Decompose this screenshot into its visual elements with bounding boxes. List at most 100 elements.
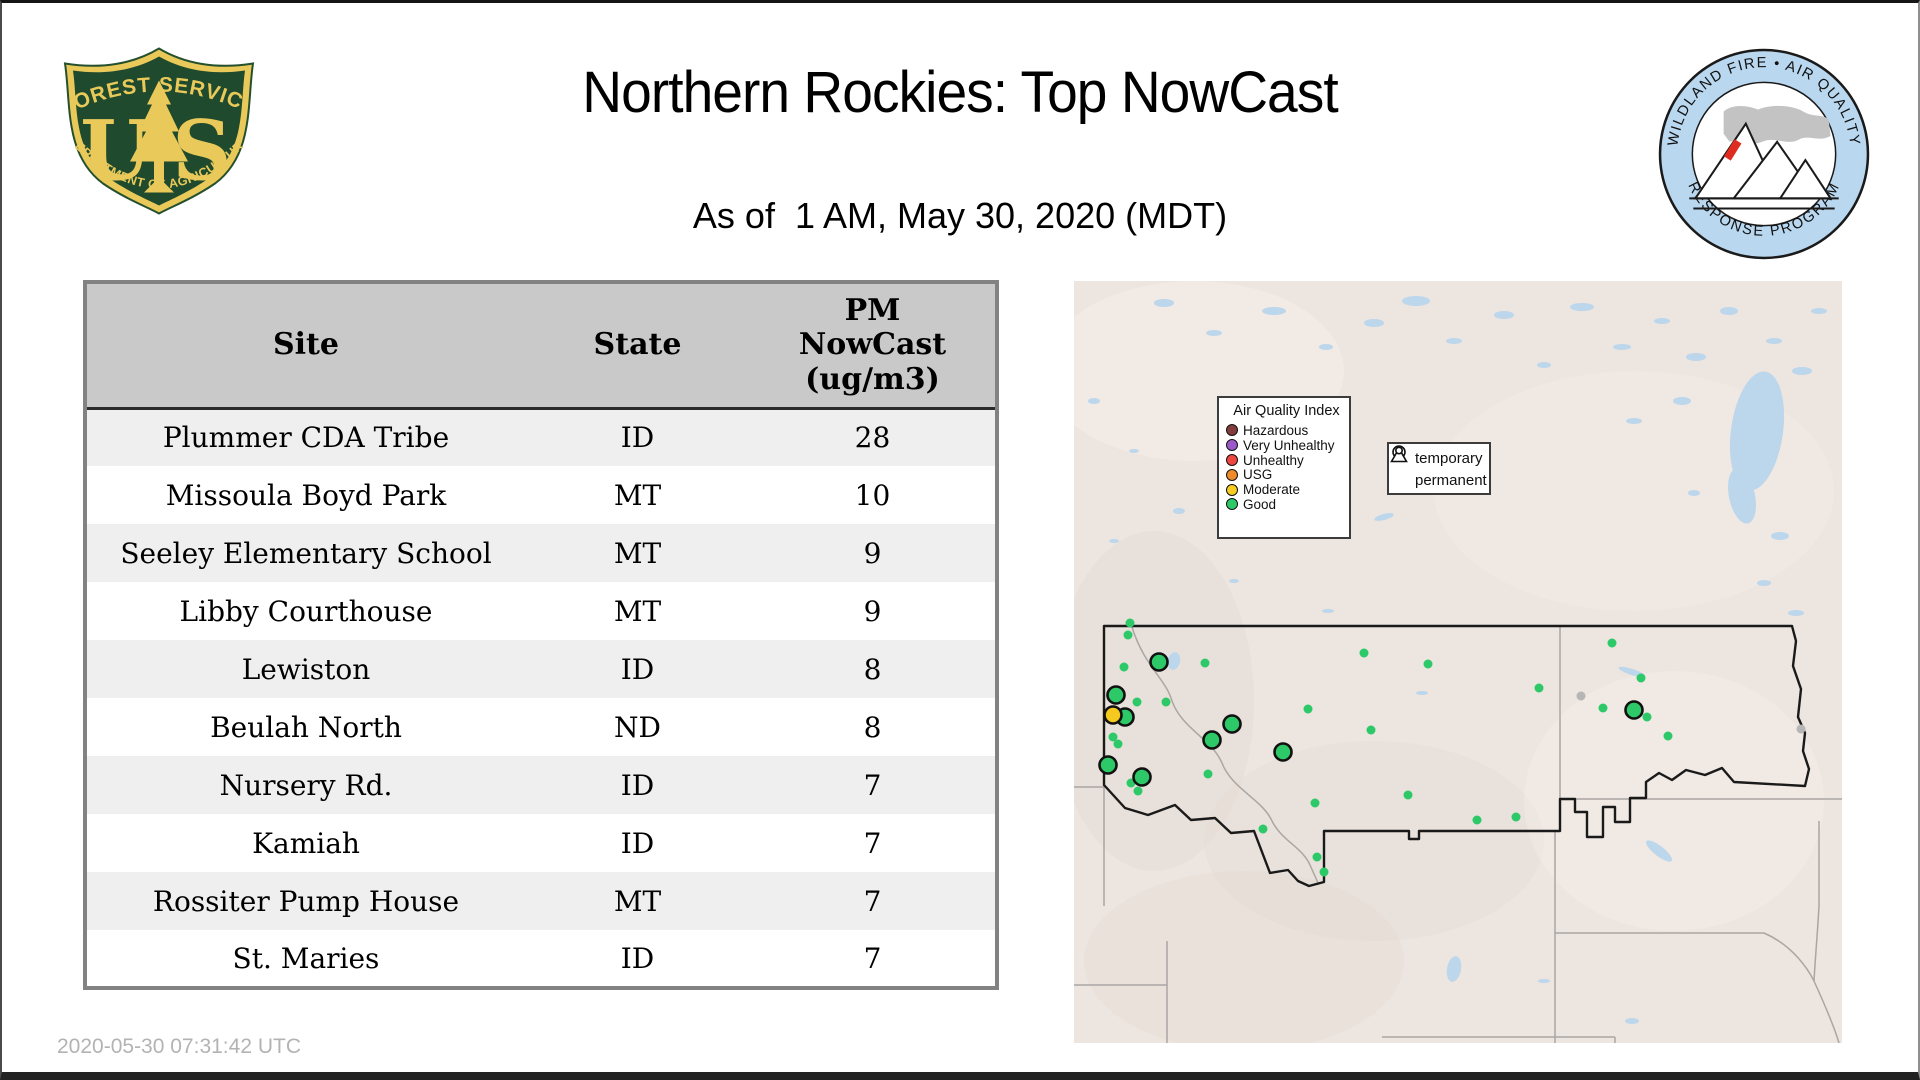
monitor-dot-good[interactable] <box>1359 648 1369 658</box>
monitor-dot-good[interactable] <box>1303 704 1313 714</box>
aqi-legend-item: USG <box>1226 467 1349 482</box>
report-page: FOREST SERVICE U S DEPARTMENT OF AGRICUL… <box>0 0 1920 1080</box>
monitor-dot-inactive[interactable] <box>1796 724 1806 734</box>
value-cell: 9 <box>863 594 882 628</box>
monitor-dot-good-top[interactable] <box>1273 742 1293 762</box>
monitor-dot-good[interactable] <box>1636 673 1646 683</box>
state-cell: MT <box>613 478 662 512</box>
monitor-dot-good-top[interactable] <box>1624 700 1644 720</box>
aqi-legend-item: Moderate <box>1226 482 1349 497</box>
monitor-dot-moderate-top[interactable] <box>1103 705 1123 725</box>
col-header-pm-nowcast: PM NowCast (ug/m3) <box>750 282 997 410</box>
state-cell: ID <box>620 768 655 802</box>
monitor-dot-good[interactable] <box>1607 638 1617 648</box>
monitor-dot-good[interactable] <box>1312 852 1322 862</box>
aqi-legend-title: Air Quality Index <box>1233 403 1340 419</box>
monitor-map: Air Quality Index Hazardous Very Unhealth… <box>1074 281 1842 1043</box>
monitor-dot-good-top[interactable] <box>1222 714 1242 734</box>
monitor-dot-good-top[interactable] <box>1202 730 1222 750</box>
site-cell: Lewiston <box>241 652 371 686</box>
aqi-color-swatch <box>1226 453 1238 466</box>
state-cell: MT <box>613 884 662 918</box>
aqi-legend-label: Good <box>1243 496 1277 512</box>
value-cell: 8 <box>863 652 882 686</box>
monitor-dot-good[interactable] <box>1511 812 1521 822</box>
monitor-dot-good[interactable] <box>1534 683 1544 693</box>
table-body: Plummer CDA Tribe ID 28 Missoula Boyd Park M… <box>85 408 997 988</box>
monitor-dot-good[interactable] <box>1113 739 1123 749</box>
monitor-dot-good[interactable] <box>1203 769 1213 779</box>
aqi-legend-label: Unhealthy <box>1243 452 1304 468</box>
site-cell: Rossiter Pump House <box>152 884 460 918</box>
site-cell: Libby Courthouse <box>179 594 433 628</box>
table-header-row: Site State PM NowCast (ug/m3) <box>85 282 997 410</box>
monitor-dot-good-top[interactable] <box>1149 652 1169 672</box>
monitor-dot-good-top[interactable] <box>1106 685 1126 705</box>
site-cell: Nursery Rd. <box>219 768 393 802</box>
monitor-dot-good[interactable] <box>1642 712 1652 722</box>
nowcast-table: Site State PM NowCast (ug/m3) Plummer CD… <box>83 280 999 990</box>
table-row: Lewiston ID 8 <box>85 640 997 698</box>
aqi-color-swatch <box>1226 468 1238 481</box>
monitor-dot-good[interactable] <box>1133 786 1143 796</box>
monitor-dot-good[interactable] <box>1598 703 1608 713</box>
monitor-dot-good[interactable] <box>1423 659 1433 669</box>
state-cell: ID <box>620 941 655 975</box>
temporary-label: temporary <box>1415 449 1483 467</box>
state-cell: MT <box>613 594 662 628</box>
monitor-dot-good[interactable] <box>1663 731 1673 741</box>
monitor-dot-good[interactable] <box>1132 697 1142 707</box>
monitor-dot-good-top[interactable] <box>1098 755 1118 775</box>
table-row: St. Maries ID 7 <box>85 930 997 988</box>
aqi-legend-item: Hazardous <box>1226 423 1349 438</box>
monitor-dot-good[interactable] <box>1161 697 1171 707</box>
table-row: Missoula Boyd Park MT 10 <box>85 466 997 524</box>
permanent-label: permanent <box>1415 471 1487 489</box>
value-cell: 28 <box>854 421 891 455</box>
wfaqrp-logo-icon: WILDLAND FIRE • AIR QUALITY RESPONSE PRO… <box>1658 48 1870 260</box>
monitor-dot-good[interactable] <box>1123 630 1133 640</box>
wfaqrp-logo: WILDLAND FIRE • AIR QUALITY RESPONSE PRO… <box>1657 47 1871 266</box>
table-row: Libby Courthouse MT 9 <box>85 582 997 640</box>
monitor-dot-good[interactable] <box>1319 867 1329 877</box>
monitor-dot-good[interactable] <box>1310 798 1320 808</box>
aqi-color-swatch <box>1226 439 1238 452</box>
monitor-dot-inactive[interactable] <box>1576 691 1586 701</box>
monitor-dot-good[interactable] <box>1403 790 1413 800</box>
table-row: Nursery Rd. ID 7 <box>85 756 997 814</box>
monitor-dot-good[interactable] <box>1258 824 1268 834</box>
aqi-legend-label: Hazardous <box>1243 422 1309 438</box>
map-canvas <box>1074 281 1842 1043</box>
temporary-marker-row: temporary <box>1392 445 1489 469</box>
marker-type-legend: temporary permanent <box>1387 442 1491 495</box>
monitor-dot-good[interactable] <box>1472 815 1482 825</box>
page-title: Northern Rockies: Top NowCast <box>582 60 1338 125</box>
value-cell: 7 <box>863 826 882 860</box>
state-cell: ID <box>620 652 655 686</box>
value-cell: 9 <box>863 536 882 570</box>
monitor-dot-good[interactable] <box>1366 725 1376 735</box>
site-cell: Beulah North <box>210 710 402 744</box>
site-cell: Missoula Boyd Park <box>165 478 447 512</box>
table-row: Kamiah ID 7 <box>85 814 997 872</box>
aqi-legend-label: USG <box>1243 467 1273 483</box>
value-cell: 10 <box>854 478 891 512</box>
monitor-dot-good[interactable] <box>1200 658 1210 668</box>
site-cell: Plummer CDA Tribe <box>162 421 450 455</box>
col-header-site: Site <box>85 282 525 410</box>
generated-timestamp: 2020-05-30 07:31:42 UTC <box>57 1035 301 1058</box>
table-row: Rossiter Pump House MT 7 <box>85 872 997 930</box>
aqi-color-swatch <box>1226 498 1238 511</box>
aqi-legend-item: Unhealthy <box>1226 453 1349 468</box>
monitor-dot-good[interactable] <box>1119 662 1129 672</box>
site-cell: Seeley Elementary School <box>120 536 492 570</box>
monitor-dot-good-top[interactable] <box>1132 767 1152 787</box>
permanent-marker-row: permanent <box>1390 446 1489 491</box>
aqi-color-swatch <box>1226 424 1238 437</box>
aqi-legend-label: Moderate <box>1243 482 1301 498</box>
monitor-dot-good[interactable] <box>1125 618 1135 628</box>
state-cell: ND <box>614 710 661 744</box>
state-cell: ID <box>620 421 655 455</box>
state-cell: MT <box>613 536 662 570</box>
aqi-color-swatch <box>1226 483 1238 496</box>
